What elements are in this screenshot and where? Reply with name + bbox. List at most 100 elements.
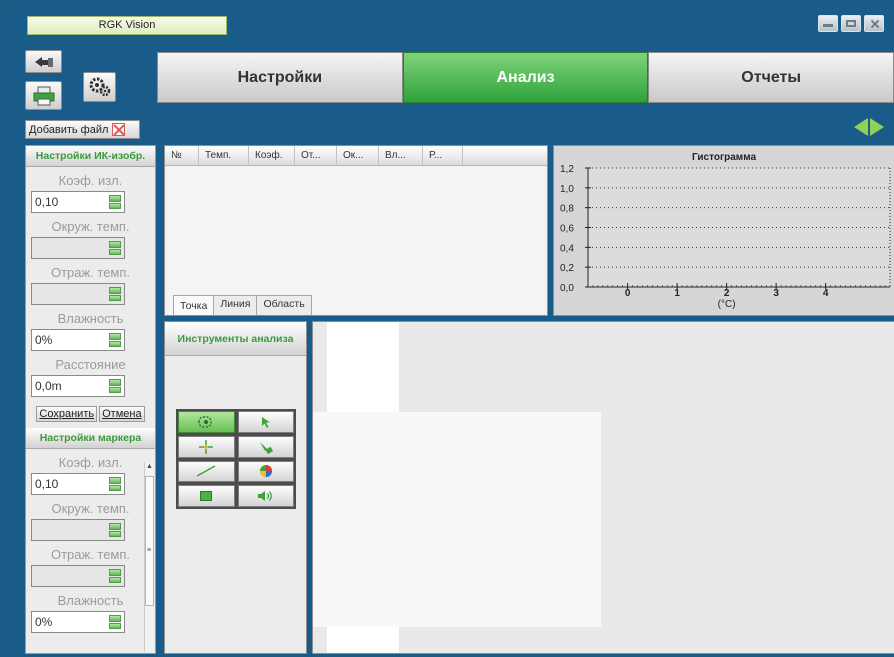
x-tick-label: 1 (674, 288, 680, 299)
ambient-temp-stepper[interactable] (31, 237, 125, 259)
settings-sidebar: Настройки ИК-изобр. Коэф. изл. 0,10 Окру… (25, 145, 156, 654)
close-icon (869, 19, 879, 28)
tool-freeform-region[interactable] (178, 411, 235, 433)
column-header[interactable]: № (165, 146, 199, 165)
image-navigation (854, 118, 884, 136)
histogram-chart: Гистограмма 0,0 0,2 0,4 0,6 0,8 1,0 1,2 0 1 2 3 4 (°C… (554, 146, 894, 315)
column-header[interactable]: От... (295, 146, 337, 165)
analysis-tools-header: Инструменты анализа (165, 322, 306, 356)
image-view-area[interactable] (312, 321, 894, 654)
tool-spot[interactable] (178, 435, 235, 458)
column-header[interactable]: Р... (423, 146, 463, 165)
spin-arrows-icon[interactable] (109, 379, 121, 393)
marker-ambient-temp-label: Окруж. темп. (51, 501, 130, 516)
ambient-temp-label: Окруж. темп. (51, 219, 130, 234)
measurement-table: № Темп. Коэф. От... Ок... Вл... Р... Точ… (164, 145, 548, 316)
previous-arrow-icon[interactable] (854, 118, 868, 136)
column-header[interactable]: Ок... (337, 146, 379, 165)
table-header: № Темп. Коэф. От... Ок... Вл... Р... (165, 146, 547, 166)
main-tabs: Настройки Анализ Отчеты (157, 52, 894, 103)
spin-arrows-icon[interactable] (109, 195, 121, 209)
pointer-arrow-icon (261, 416, 270, 428)
settings-button[interactable] (83, 72, 116, 102)
marker-settings-header[interactable]: Настройки маркера (26, 428, 155, 449)
subtab-point[interactable]: Точка (173, 295, 215, 315)
y-tick-label: 0,6 (560, 224, 574, 235)
speaker-icon (257, 491, 272, 502)
tool-sound[interactable] (237, 485, 294, 507)
marker-emissivity-label: Коэф. изл. (58, 455, 123, 470)
subtab-line[interactable]: Линия (213, 295, 258, 315)
marker-reflected-temp-stepper[interactable] (31, 565, 125, 587)
thermal-image-frame (313, 412, 601, 627)
humidity-value: 0% (35, 333, 53, 347)
tool-rectangle[interactable] (178, 485, 235, 507)
back-button[interactable] (25, 50, 62, 73)
spin-arrows-icon[interactable] (109, 523, 121, 537)
marker-humidity-value: 0% (35, 615, 53, 629)
marker-emissivity-stepper[interactable]: 0,10 (31, 473, 125, 495)
spin-arrows-icon[interactable] (109, 477, 121, 491)
tab-reports[interactable]: Отчеты (648, 52, 894, 103)
print-button[interactable] (25, 81, 62, 110)
scroll-up-icon[interactable]: ▲ (145, 462, 154, 472)
column-header[interactable]: Коэф. (249, 146, 295, 165)
tool-palette[interactable] (237, 460, 294, 483)
spin-arrows-icon[interactable] (109, 569, 121, 583)
tab-settings[interactable]: Настройки (157, 52, 403, 103)
add-file-button[interactable]: Добавить файл (25, 120, 140, 139)
printer-icon (33, 86, 54, 105)
tool-grid (176, 409, 296, 509)
tab-analysis[interactable]: Анализ (402, 52, 649, 103)
maximize-button[interactable] (841, 15, 861, 32)
tool-pointer[interactable] (237, 411, 294, 433)
scrollbar-thumb[interactable]: ≡ (145, 476, 154, 606)
y-tick-label: 1,0 (560, 184, 574, 195)
spin-arrows-icon[interactable] (109, 615, 121, 629)
distance-stepper[interactable]: 0,0m (31, 375, 125, 397)
reflected-temp-label: Отраж. темп. (50, 265, 131, 280)
measurement-subtabs: Точка Линия Область (173, 295, 312, 315)
gears-icon (89, 77, 110, 97)
settings-actions: Сохранить Отмена (26, 406, 155, 422)
marker-scrollbar[interactable]: ▲ ≡ (144, 462, 154, 652)
window-controls (818, 15, 884, 32)
x-tick-label: 3 (773, 288, 779, 299)
color-palette-icon (259, 465, 272, 478)
close-button[interactable] (864, 15, 884, 32)
marker-settings-list: Коэф. изл. 0,10 Окруж. темп. Отраж. темп… (26, 455, 155, 633)
marker-ambient-temp-stepper[interactable] (31, 519, 125, 541)
emissivity-stepper[interactable]: 0,10 (31, 191, 125, 213)
subtab-area[interactable]: Область (256, 295, 312, 315)
column-header[interactable]: Вл... (379, 146, 423, 165)
y-tick-label: 0,4 (560, 243, 574, 254)
tool-line[interactable] (178, 460, 235, 483)
distance-label: Расстояние (55, 357, 126, 372)
tool-eyedropper[interactable] (237, 435, 294, 458)
marker-humidity-label: Влажность (57, 593, 124, 608)
freeform-region-icon (198, 416, 213, 428)
humidity-stepper[interactable]: 0% (31, 329, 125, 351)
y-tick-label: 0,0 (560, 283, 574, 294)
ir-settings-header[interactable]: Настройки ИК-изобр. (26, 146, 155, 167)
minimize-button[interactable] (818, 15, 838, 32)
save-button[interactable]: Сохранить (36, 406, 98, 422)
column-header[interactable]: Темп. (199, 146, 249, 165)
eyedropper-icon (259, 441, 273, 454)
marker-reflected-temp-label: Отраж. темп. (50, 547, 131, 562)
marker-humidity-stepper[interactable]: 0% (31, 611, 125, 633)
cancel-button[interactable]: Отмена (99, 406, 145, 422)
remove-file-icon[interactable] (112, 123, 126, 136)
reflected-temp-stepper[interactable] (31, 283, 125, 305)
distance-value: 0,0m (35, 379, 62, 393)
spin-arrows-icon[interactable] (109, 333, 121, 347)
spin-arrows-icon[interactable] (109, 241, 121, 255)
spin-arrows-icon[interactable] (109, 287, 121, 301)
spot-point-icon (199, 439, 214, 454)
next-arrow-icon[interactable] (870, 118, 884, 136)
x-tick-label: 4 (823, 288, 829, 299)
x-axis-label: (°C) (718, 299, 736, 310)
y-tick-label: 1,2 (560, 164, 574, 175)
histogram-title: Гистограмма (692, 152, 757, 163)
y-tick-label: 0,2 (560, 263, 574, 274)
